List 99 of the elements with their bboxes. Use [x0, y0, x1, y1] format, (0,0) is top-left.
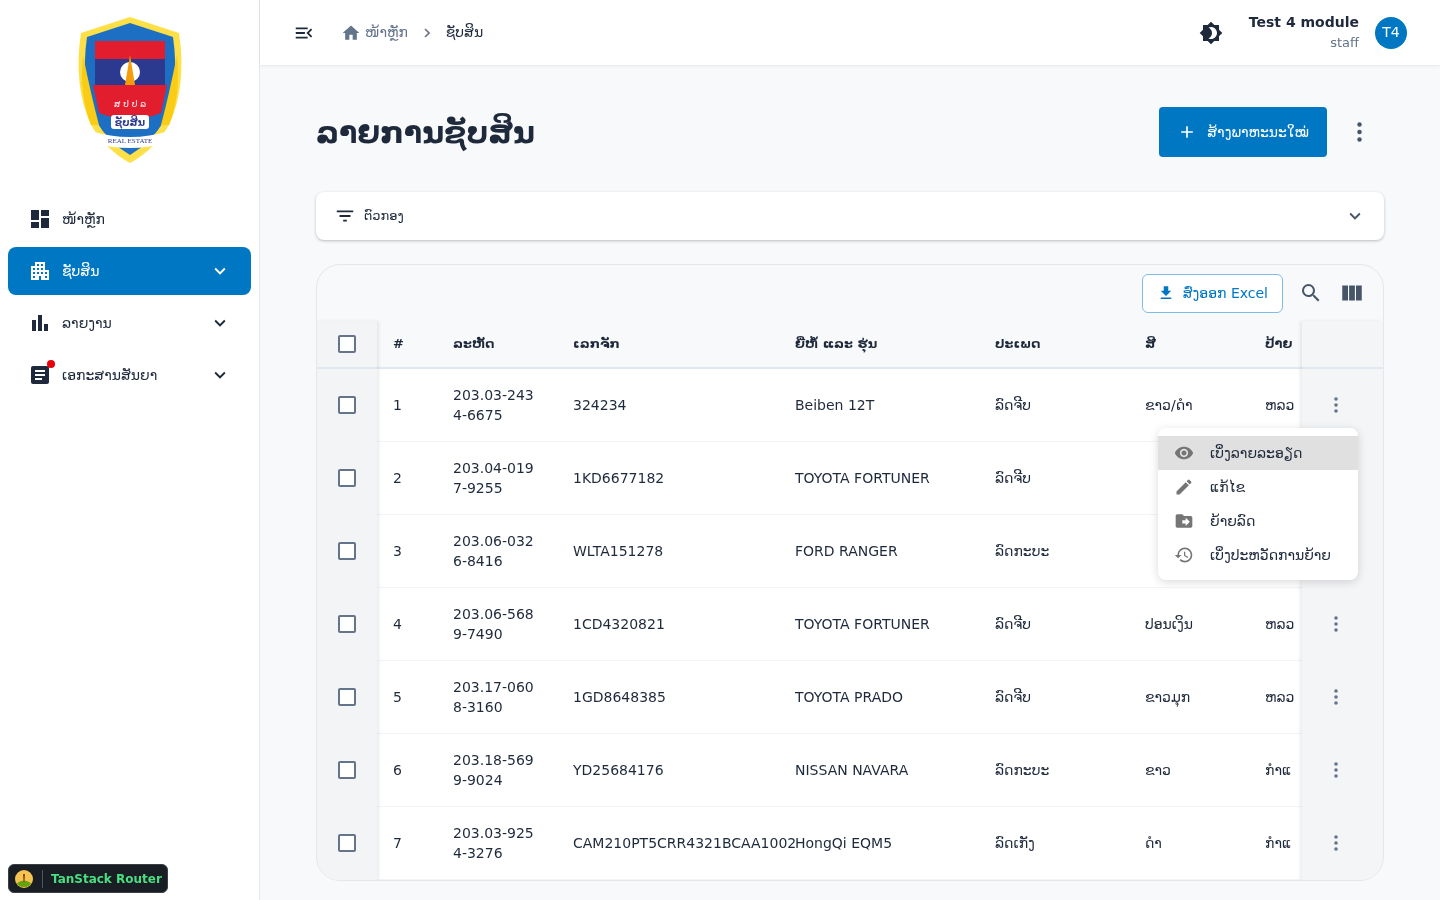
row-actions-button[interactable] — [1332, 687, 1340, 707]
table-cell: 2 — [393, 469, 402, 486]
checkbox[interactable] — [338, 615, 356, 633]
table-cell: ລົດຈີບ — [995, 688, 1031, 705]
table-cell: ຫລວ — [1265, 396, 1295, 413]
table-cell: ລົດຈີບ — [995, 615, 1031, 632]
table-cell: 6 — [393, 761, 402, 778]
checkbox[interactable] — [338, 834, 356, 852]
table-cell: TOYOTA PRADO — [795, 688, 904, 705]
table-cell: ດຳ — [1145, 834, 1162, 851]
column-header: ເລກຈັກ — [573, 336, 620, 352]
table-cell: CAM210PT5CRR4321BCAA1002 — [573, 834, 797, 851]
chevron-right-icon — [423, 27, 430, 38]
table-cell-text: 203.03-9254-3276 — [453, 824, 535, 863]
more-icon — [1334, 835, 1338, 851]
create-vehicle-button[interactable]: ສ້າງພາຫະນະໃໝ່ — [1159, 107, 1327, 157]
document-icon — [28, 363, 52, 387]
table-cell: TOYOTA FORTUNER — [795, 615, 930, 632]
table-cell: 1GD8648385 — [573, 688, 666, 705]
sidebar-item[interactable]: ລາຍງານ — [8, 299, 251, 347]
table-cell: ຂາວ/ດຳ — [1145, 396, 1193, 413]
page-title: ລາຍການຊັບສິນ — [316, 112, 535, 153]
folder-arrow-icon — [1174, 511, 1194, 531]
sidebar-item[interactable]: ເອກະສານສັນຍາ — [8, 351, 251, 399]
column-header: ລະຫັດ — [453, 336, 495, 352]
table-cell: ລົດຈີບ — [995, 469, 1031, 486]
table-cell: Beiben 12T — [795, 396, 875, 413]
more-icon — [1334, 762, 1338, 778]
table-cell: 4 — [393, 615, 402, 632]
table-cell: ຫລວ — [1265, 688, 1295, 705]
checkbox[interactable] — [338, 396, 356, 414]
breadcrumb-current: ຊັບສິນ — [445, 22, 484, 42]
more-icon — [1334, 616, 1338, 632]
table-cell: YD25684176 — [573, 761, 664, 778]
table-cell: HongQi EQM5 — [795, 834, 893, 851]
table-cell: ປອນເງິນ — [1145, 615, 1194, 632]
palm-tree-icon — [14, 868, 34, 889]
breadcrumb-link[interactable]: ໜ້າຫຼັກ — [341, 22, 408, 43]
table-cell: ກຳແ — [1265, 761, 1292, 778]
table-cell: ລົດເກັງ — [995, 834, 1035, 851]
table-cell: 3 — [393, 542, 402, 559]
user-avatar[interactable]: T4 — [1375, 16, 1407, 49]
checkbox[interactable] — [338, 469, 356, 487]
checkbox[interactable] — [338, 688, 356, 706]
table-cell-text: 203.06-5689-7490 — [453, 605, 535, 644]
more-icon — [1357, 122, 1362, 142]
theme-icon — [1198, 20, 1223, 45]
row-actions-button[interactable] — [1332, 395, 1340, 415]
column-header: ສີ — [1145, 336, 1156, 352]
dashboard-icon — [28, 207, 52, 231]
column-header: ຍີ່ຫໍ້ ແລະ ຮຸ່ນ — [795, 336, 878, 352]
table-cell: NISSAN NAVARA — [795, 761, 909, 778]
user-name: Test 4 module — [1248, 14, 1359, 32]
table-cell: WLTA151278 — [573, 542, 664, 559]
pencil-icon — [1174, 477, 1194, 497]
row-actions-button[interactable] — [1332, 760, 1340, 780]
checkbox[interactable] — [338, 761, 356, 779]
building-icon — [28, 259, 52, 283]
table-cell: 1KD6677182 — [573, 469, 665, 486]
sidebar-item[interactable]: ຊັບສິນ — [8, 247, 251, 295]
table-cell: ຂາວມຸກ — [1145, 688, 1191, 705]
column-header: ປະເພດ — [995, 336, 1041, 352]
table-cell: ກຳແ — [1265, 834, 1292, 851]
checkbox[interactable] — [338, 542, 356, 560]
checkbox[interactable] — [338, 335, 356, 353]
user-role: staff — [1330, 34, 1359, 51]
history-icon — [1174, 545, 1194, 565]
menu-item[interactable]: ເບິ່ງລາຍລະອຽດ — [1158, 436, 1358, 470]
devtools-button[interactable]: TanStack Router — [8, 864, 168, 893]
column-header: ປ້າຍ — [1265, 336, 1293, 352]
theme-toggle-button[interactable] — [1198, 20, 1223, 45]
filter-panel[interactable]: ຕົວກອງ — [316, 192, 1384, 240]
table-cell: FORD RANGER — [795, 542, 898, 559]
table-cell: 7 — [393, 834, 402, 851]
more-icon — [1334, 689, 1338, 705]
table-cell: 1 — [393, 396, 402, 413]
table-cell-text: 203.06-0326-8416 — [453, 532, 535, 571]
table-cell-text: 203.17-0608-3160 — [453, 678, 535, 717]
table-cell: ຫລວ — [1265, 615, 1295, 632]
export-excel-button[interactable]: ສົ່ງອອກ Excel — [1141, 273, 1283, 313]
table-cell: ຂາວ — [1145, 761, 1171, 778]
more-icon — [1334, 397, 1338, 413]
table-cell: ລົດກະບະ — [995, 761, 1050, 778]
column-header: # — [393, 336, 404, 352]
table-cell: 1CD4320821 — [573, 615, 665, 632]
table-cell: 5 — [393, 688, 402, 705]
row-actions-button[interactable] — [1332, 833, 1340, 853]
table-cell-text: 203.03-2434-6675 — [453, 386, 535, 425]
menu-item[interactable]: ແກ້ໄຂ — [1158, 470, 1358, 504]
table-cell: 324234 — [573, 396, 627, 413]
menu-item[interactable]: ເບິ່ງປະຫວັດການຍ້າຍ — [1158, 538, 1358, 572]
table-cell-text: 203.18-5699-9024 — [453, 751, 535, 790]
table-cell: ລົດຈີບ — [995, 396, 1031, 413]
row-actions-button[interactable] — [1332, 614, 1340, 634]
table-cell: TOYOTA FORTUNER — [795, 469, 930, 486]
table-cell: ລົດກະບະ — [995, 542, 1050, 559]
sidebar-item[interactable]: ໜ້າຫຼັກ — [8, 195, 251, 243]
table-cell-text: 203.04-0197-9255 — [453, 459, 535, 498]
menu-item[interactable]: ຍ້າຍລົດ — [1158, 504, 1358, 538]
